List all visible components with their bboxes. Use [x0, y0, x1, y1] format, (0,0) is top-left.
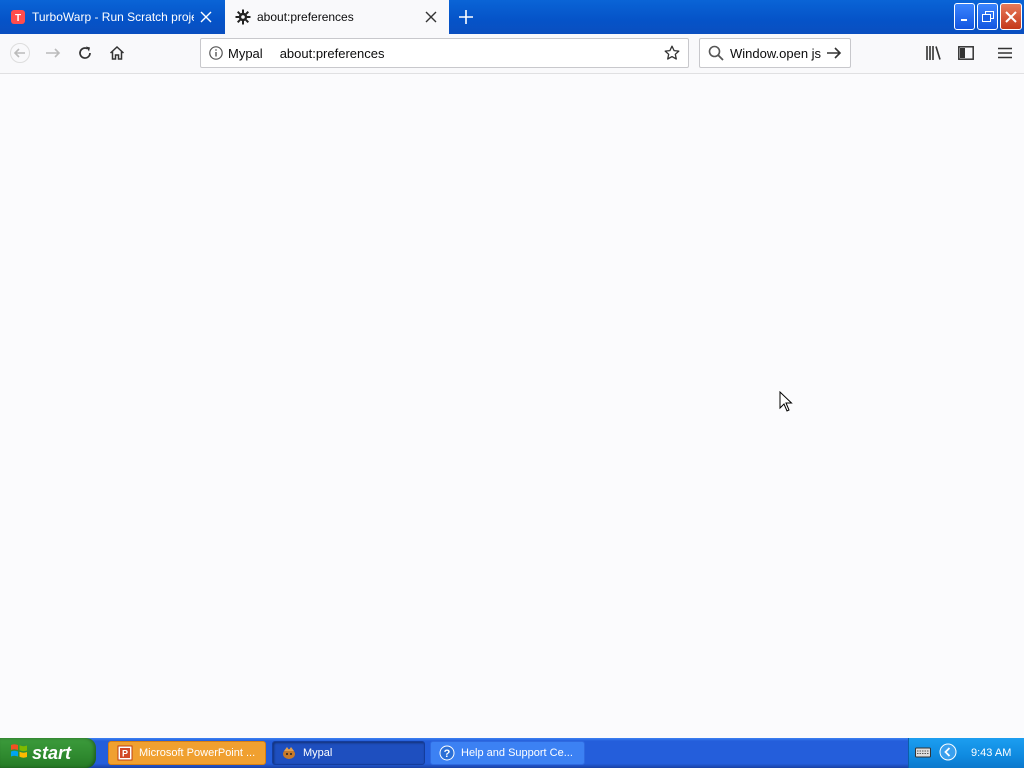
mypal-icon: [281, 745, 297, 761]
taskbar-item-label: Microsoft PowerPoint ...: [139, 747, 256, 759]
forward-button[interactable]: [38, 38, 68, 68]
svg-text:?: ?: [444, 748, 451, 760]
start-button[interactable]: start: [0, 738, 96, 768]
forward-arrow-icon: [46, 48, 61, 58]
close-icon[interactable]: [419, 5, 443, 29]
mouse-cursor-icon: [779, 390, 793, 416]
minimize-icon: [960, 18, 967, 21]
site-identity[interactable]: Mypal: [201, 46, 263, 61]
system-tray: 9:43 AM: [908, 738, 1024, 768]
gear-icon: [235, 9, 251, 25]
library-icon: [926, 46, 941, 60]
restore-button[interactable]: [977, 3, 998, 30]
taskbar-item-help[interactable]: ? Help and Support Ce...: [430, 741, 585, 765]
powerpoint-icon: P: [117, 745, 133, 761]
show-hidden-icons-button[interactable]: [939, 743, 957, 764]
taskbar-item-powerpoint[interactable]: P Microsoft PowerPoint ...: [108, 741, 266, 765]
sidebar-button[interactable]: [951, 38, 981, 68]
navigation-toolbar: Mypal about:preferences: [0, 34, 1024, 74]
taskbar-item-label: Mypal: [303, 747, 333, 759]
tab-preferences[interactable]: about:preferences: [225, 0, 449, 34]
url-text[interactable]: about:preferences: [280, 46, 660, 61]
new-tab-button[interactable]: [454, 5, 478, 29]
clock[interactable]: 9:43 AM: [971, 747, 1011, 759]
svg-text:T: T: [15, 13, 21, 24]
info-icon: [209, 46, 223, 60]
home-button[interactable]: [102, 38, 132, 68]
search-bar[interactable]: [699, 38, 851, 68]
chevron-left-icon: [939, 743, 957, 760]
close-window-button[interactable]: [1000, 3, 1022, 30]
svg-text:P: P: [122, 749, 128, 759]
close-icon: [1005, 10, 1017, 23]
sidebar-icon: [958, 46, 974, 60]
menu-button[interactable]: [990, 38, 1020, 68]
reload-icon: [79, 46, 91, 59]
reload-button[interactable]: [70, 38, 100, 68]
page-content: [0, 74, 1024, 738]
bookmark-star-icon[interactable]: [660, 41, 684, 65]
close-icon[interactable]: [194, 5, 218, 29]
turbowarp-icon: T: [10, 9, 26, 25]
taskbar: start P Microsoft PowerPoint ... Mypal ?…: [0, 738, 1024, 768]
home-icon: [109, 45, 125, 60]
url-bar[interactable]: Mypal about:preferences: [200, 38, 689, 68]
restore-icon: [981, 10, 994, 22]
keyboard-icon[interactable]: [915, 746, 931, 761]
tab-title: TurboWarp - Run Scratch projects faster: [32, 10, 194, 24]
identity-label: Mypal: [228, 45, 263, 61]
tab-strip: T TurboWarp - Run Scratch projects faste…: [0, 0, 1024, 34]
search-go-arrow-icon[interactable]: [824, 43, 844, 63]
plus-icon: [459, 10, 473, 24]
library-button[interactable]: [919, 38, 949, 68]
tab-turbowarp[interactable]: T TurboWarp - Run Scratch projects faste…: [0, 0, 224, 34]
minimize-button[interactable]: [954, 3, 975, 30]
taskbar-item-mypal[interactable]: Mypal: [272, 741, 425, 765]
windows-logo-icon: [10, 742, 28, 765]
search-input[interactable]: [730, 45, 824, 61]
taskbar-item-label: Help and Support Ce...: [461, 747, 573, 759]
search-icon: [708, 45, 724, 61]
back-arrow-icon: [10, 43, 30, 63]
back-button[interactable]: [5, 38, 35, 68]
start-label: start: [32, 742, 72, 763]
help-icon: ?: [439, 745, 455, 761]
tab-title: about:preferences: [257, 10, 354, 24]
hamburger-menu-icon: [998, 47, 1012, 59]
